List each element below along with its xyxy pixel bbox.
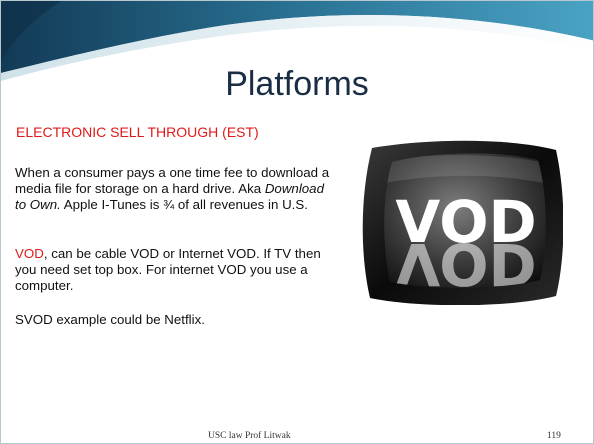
vod-highlight: VOD <box>15 246 44 261</box>
paragraph-est-definition: When a consumer pays a one time fee to d… <box>15 165 335 213</box>
paragraph-text: , can be cable VOD or Internet VOD. If T… <box>15 246 321 293</box>
slide-subheading: ELECTRONIC SELL THROUGH (EST) <box>16 124 259 140</box>
paragraph-vod: VOD, can be cable VOD or Internet VOD. I… <box>15 246 335 294</box>
vod-tv-image: VOD VOD <box>362 140 563 305</box>
paragraph-text: Apple I-Tunes is ¾ of all revenues in U.… <box>60 197 308 212</box>
slide: Platforms ELECTRONIC SELL THROUGH (EST) … <box>0 0 594 444</box>
paragraph-svod: SVOD example could be Netflix. <box>15 312 205 327</box>
page-number: 119 <box>547 431 561 441</box>
slide-title: Platforms <box>225 65 369 103</box>
footer-text: USC law Prof Litwak <box>208 431 291 441</box>
